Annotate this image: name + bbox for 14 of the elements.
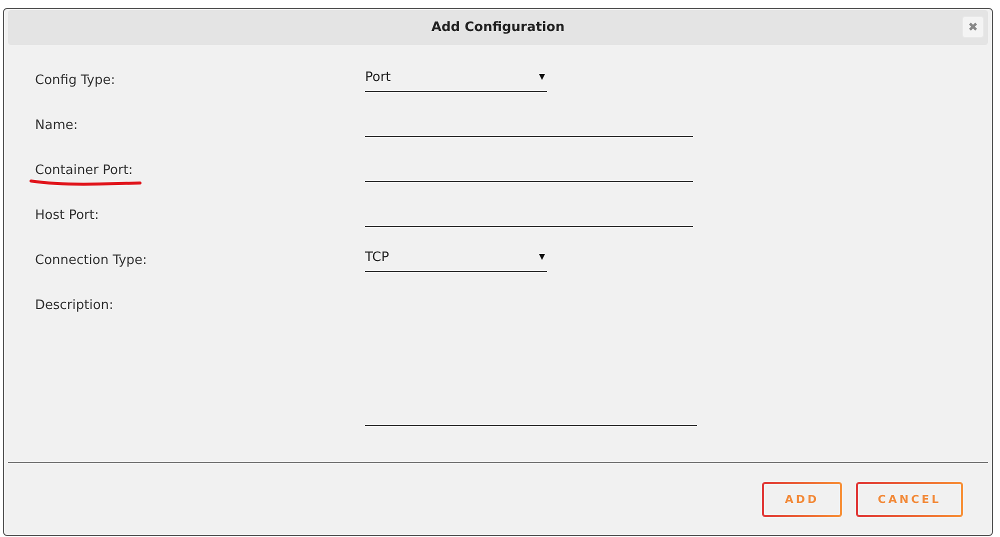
field-label: Config Type: [35, 73, 116, 88]
field-label: Name: [35, 118, 78, 133]
cancel-button[interactable]: CANCEL [856, 482, 963, 516]
caret-icon [539, 254, 545, 260]
field-label: Description: [35, 298, 114, 313]
caret-icon [539, 74, 545, 80]
dropdown[interactable]: TCP [365, 247, 547, 272]
dialog-title: Add Configuration [431, 20, 565, 35]
add-button[interactable]: ADD [762, 482, 842, 516]
field-label: Container Port: [35, 163, 133, 178]
close-button[interactable]: ✖ [962, 16, 984, 38]
dropdown[interactable]: Port [365, 67, 547, 92]
field-label: Connection Type: [35, 253, 147, 268]
field-label: Host Port: [35, 208, 99, 223]
